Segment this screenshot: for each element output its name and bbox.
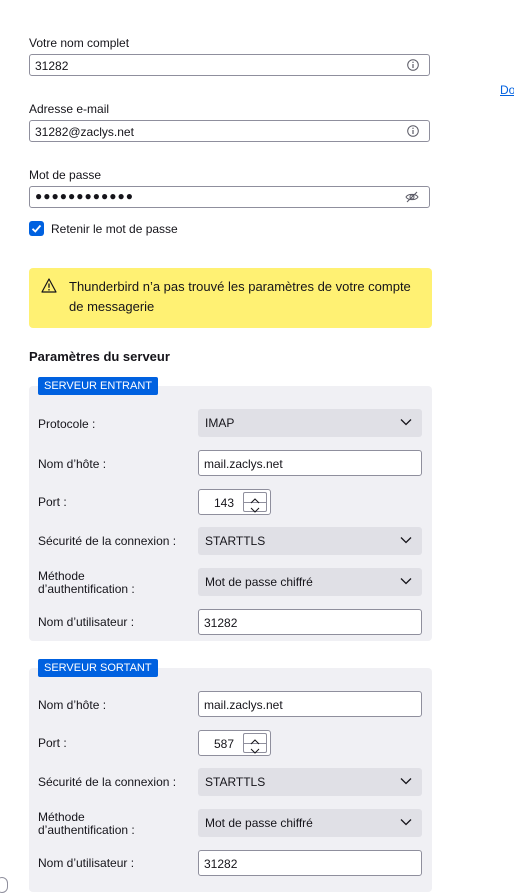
outgoing-port-stepper[interactable]: 587 (198, 730, 271, 756)
incoming-protocol-value: IMAP (205, 416, 235, 430)
outgoing-port-label: Port : (38, 736, 67, 750)
chevron-down-icon (400, 578, 412, 585)
incoming-server-badge: SERVEUR ENTRANT (38, 377, 158, 395)
incoming-username-value: 31282 (204, 616, 238, 630)
outgoing-security-select[interactable]: STARTTLS (198, 768, 422, 796)
incoming-hostname-input[interactable]: mail.zaclys.net (198, 450, 422, 476)
checkmark-icon (31, 224, 42, 233)
chevron-down-icon (250, 748, 260, 754)
warning-banner: Thunderbird n’a pas trouvé les paramètre… (29, 268, 432, 328)
remember-password-checkbox[interactable] (29, 221, 44, 236)
outgoing-auth-label-line2: d’authentification : (38, 823, 135, 837)
incoming-username-label: Nom d’utilisateur : (38, 615, 135, 629)
info-icon[interactable] (407, 59, 419, 71)
email-field[interactable]: 31282@zaclys.net (29, 120, 430, 142)
eye-slash-icon[interactable] (405, 191, 419, 203)
side-link[interactable]: Do (500, 83, 514, 97)
outgoing-hostname-input[interactable]: mail.zaclys.net (198, 691, 422, 717)
outgoing-username-value: 31282 (204, 857, 238, 871)
outgoing-username-label: Nom d’utilisateur : (38, 856, 135, 870)
outgoing-hostname-value: mail.zaclys.net (204, 698, 283, 712)
name-field[interactable]: 31282 (29, 54, 430, 76)
incoming-protocol-label: Protocole : (38, 417, 96, 431)
incoming-auth-select[interactable]: Mot de passe chiffré (198, 568, 422, 596)
incoming-port-label: Port : (38, 495, 67, 509)
password-label: Mot de passe (29, 168, 102, 182)
name-label: Votre nom complet (29, 36, 130, 50)
outgoing-username-input[interactable]: 31282 (198, 850, 422, 876)
outgoing-security-label: Sécurité de la connexion : (38, 775, 177, 789)
outgoing-security-value: STARTTLS (205, 775, 266, 789)
incoming-port-value: 143 (213, 496, 234, 510)
incoming-username-input[interactable]: 31282 (198, 609, 422, 635)
email-value: 31282@zaclys.net (35, 125, 134, 139)
outgoing-server-badge: SERVEUR SORTANT (38, 659, 158, 677)
incoming-port-stepper[interactable]: 143 (198, 489, 271, 515)
chevron-down-icon (400, 419, 412, 426)
password-value: ●●●●●●●●●●●● (35, 189, 134, 203)
warning-icon (41, 278, 57, 293)
chevron-down-icon (400, 819, 412, 826)
outgoing-port-value: 587 (213, 737, 234, 751)
port-decrement-button[interactable] (244, 743, 266, 754)
chevron-down-icon (400, 537, 412, 544)
info-icon[interactable] (407, 125, 419, 137)
name-value: 31282 (35, 59, 69, 73)
outgoing-auth-value: Mot de passe chiffré (205, 816, 313, 830)
warning-text: Thunderbird n’a pas trouvé les paramètre… (69, 279, 411, 314)
outgoing-auth-select[interactable]: Mot de passe chiffré (198, 809, 422, 837)
incoming-auth-label-line2: d’authentification : (38, 582, 135, 596)
incoming-hostname-value: mail.zaclys.net (204, 457, 283, 471)
email-label: Adresse e-mail (29, 102, 110, 116)
password-field[interactable]: ●●●●●●●●●●●● (29, 186, 430, 208)
partial-control[interactable] (0, 877, 8, 893)
incoming-hostname-label: Nom d’hôte : (38, 457, 107, 471)
remember-password-label[interactable]: Retenir le mot de passe (51, 222, 178, 236)
port-decrement-button[interactable] (244, 502, 266, 513)
chevron-down-icon (400, 778, 412, 785)
chevron-down-icon (250, 507, 260, 513)
incoming-security-value: STARTTLS (205, 534, 266, 548)
incoming-protocol-select[interactable]: IMAP (198, 409, 422, 437)
incoming-auth-value: Mot de passe chiffré (205, 575, 313, 589)
incoming-security-select[interactable]: STARTTLS (198, 527, 422, 555)
outgoing-hostname-label: Nom d’hôte : (38, 698, 107, 712)
incoming-auth-label: Méthode d’authentification : (38, 570, 135, 596)
server-settings-title: Paramètres du serveur (29, 349, 170, 364)
incoming-security-label: Sécurité de la connexion : (38, 534, 177, 548)
outgoing-auth-label: Méthode d’authentification : (38, 811, 135, 837)
